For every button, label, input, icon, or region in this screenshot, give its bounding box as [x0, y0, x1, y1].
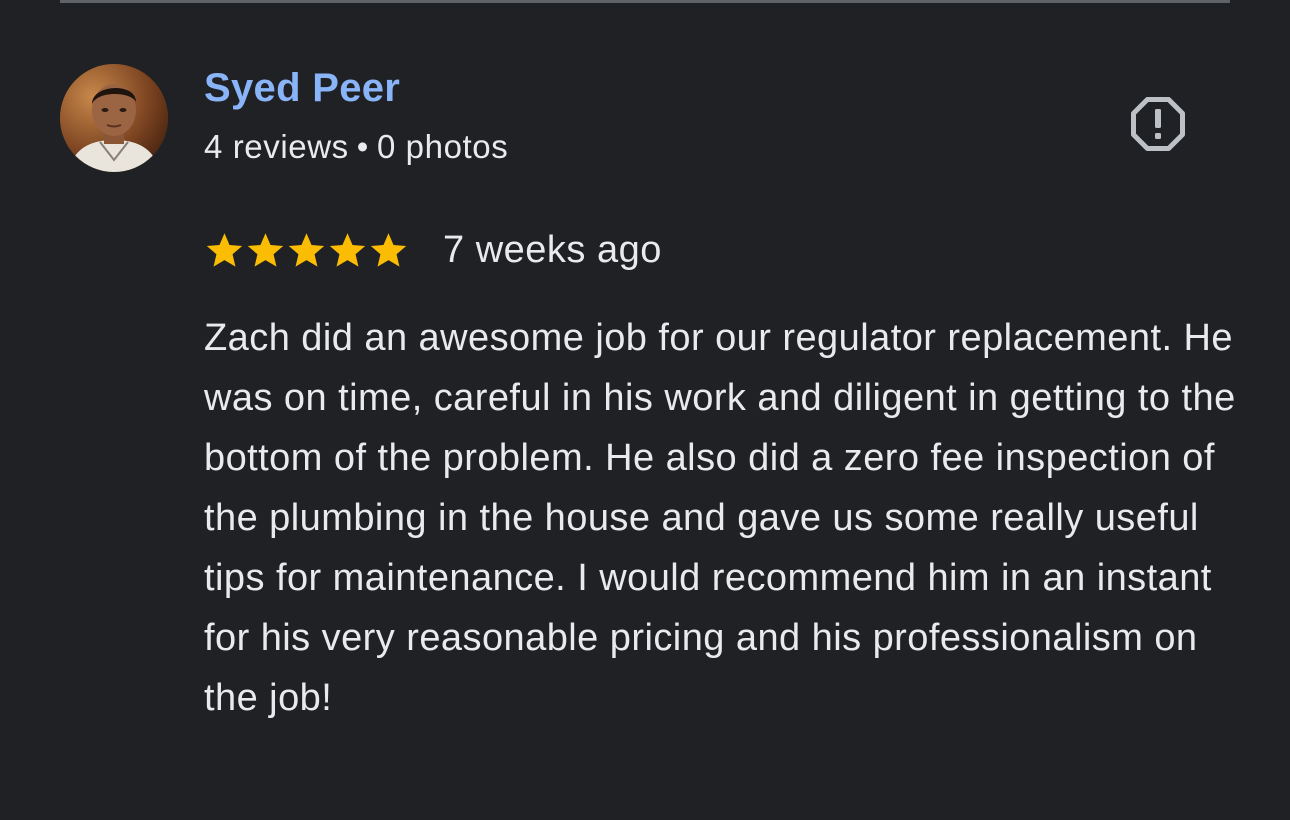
star-filled-icon: [329, 233, 366, 267]
reviews-count: 4 reviews: [204, 128, 349, 165]
star-filled-icon: [288, 233, 325, 267]
profile-photo: [60, 64, 168, 172]
section-divider: [60, 0, 1230, 3]
star-filled-icon: [206, 233, 243, 267]
report-review-button[interactable]: [1124, 90, 1192, 158]
rating-row: 7 weeks ago: [204, 226, 662, 274]
star-filled-icon: [247, 233, 284, 267]
author-stats: 4 reviews • 0 photos: [204, 128, 508, 166]
avatar[interactable]: [60, 64, 168, 172]
author-name[interactable]: Syed Peer: [204, 66, 400, 111]
meta-separator: •: [356, 128, 369, 165]
review-date: 7 weeks ago: [443, 228, 662, 271]
report-flag-icon: [1131, 97, 1185, 151]
review-text: Zach did an awesome job for our regulato…: [204, 317, 1236, 719]
star-filled-icon: [370, 233, 407, 267]
photos-count: 0 photos: [376, 128, 509, 165]
star-rating: [204, 228, 409, 272]
